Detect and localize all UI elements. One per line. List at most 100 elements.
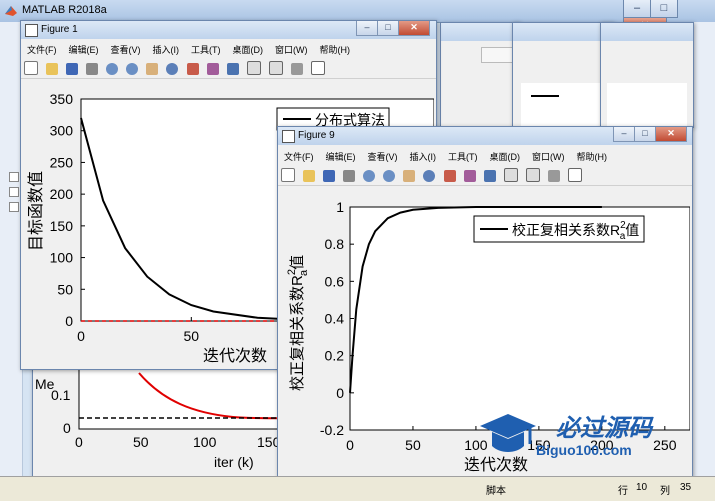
main-window-controls: ‒□✕ — [623, 0, 715, 36]
menu-desktop[interactable]: 桌面(D) — [484, 148, 527, 163]
figure-title-bar: Figure 1 ‒ □ ✕ — [21, 21, 436, 39]
figure-1-ytick: 350 — [50, 91, 74, 107]
menu-edit[interactable]: 编辑(E) — [63, 41, 105, 56]
menu-insert[interactable]: 插入(I) — [404, 148, 443, 163]
figure-1-ytick: 50 — [57, 281, 73, 297]
figure-icon — [25, 24, 38, 37]
menu-window[interactable]: 窗口(W) — [269, 41, 314, 56]
figure-title-bar — [601, 23, 693, 41]
lower-xtick: 0 — [75, 434, 83, 450]
figure-9-legend: 校正复相关系数R2 a值 — [473, 215, 645, 243]
figure-window-back[interactable] — [512, 22, 614, 128]
figure-icon — [282, 130, 295, 143]
close-button[interactable]: ✕ — [398, 21, 430, 36]
figure-window-back[interactable] — [600, 22, 694, 128]
watermark: 必过源码 Biguo100.com — [478, 404, 698, 466]
figure-1-ytick: 300 — [50, 123, 74, 139]
figure-9-ytick: 0.8 — [325, 236, 345, 252]
main-window-title: MATLAB R2018a — [22, 4, 107, 16]
hide-plot-tools-icon[interactable] — [290, 63, 303, 75]
new-figure-icon[interactable] — [24, 61, 38, 75]
lower-xtick: 50 — [133, 434, 149, 450]
menu-insert[interactable]: 插入(I) — [147, 41, 186, 56]
save-icon[interactable] — [323, 170, 336, 182]
show-plot-tools-icon[interactable] — [567, 168, 582, 182]
menu-help[interactable]: 帮助(H) — [571, 148, 614, 163]
save-icon[interactable] — [66, 63, 79, 75]
ylabel-suffix: 值 — [289, 255, 306, 270]
tree-expand-icon[interactable] — [9, 202, 19, 212]
menu-view[interactable]: 查看(V) — [105, 41, 147, 56]
rotate-icon[interactable] — [423, 170, 436, 182]
figure-9-ytick: -0.2 — [320, 422, 344, 438]
figure-1-xtick: 50 — [184, 328, 200, 344]
graduation-cap-logo-icon — [480, 414, 536, 452]
hide-plot-tools-icon[interactable] — [547, 170, 560, 182]
maximize-button[interactable]: □ — [377, 21, 399, 36]
status-row-label: 行 — [618, 486, 628, 497]
new-figure-icon[interactable] — [281, 168, 295, 182]
lower-ytick: 0.1 — [51, 387, 71, 403]
figure-title: Figure 9 — [298, 130, 335, 141]
link-icon[interactable] — [483, 170, 496, 182]
figure-title: Figure 1 — [41, 24, 78, 35]
figure-window-lower[interactable]: Me 0.1 0 0 50 100 150 iter (k) — [32, 360, 296, 478]
menu-desktop[interactable]: 桌面(D) — [227, 41, 270, 56]
figure-9-ytick: 0.6 — [325, 273, 345, 289]
open-file-icon[interactable] — [46, 63, 59, 75]
menu-file[interactable]: 文件(F) — [21, 41, 63, 56]
watermark-brand: 必过源码 — [556, 415, 652, 442]
figure-title-bar: Figure 9 ‒ □ ✕ — [278, 127, 692, 145]
tree-expand-icon[interactable] — [9, 187, 19, 197]
brush-icon[interactable] — [206, 63, 219, 75]
print-icon[interactable] — [86, 63, 99, 75]
legend-icon[interactable] — [525, 168, 540, 182]
figure-button[interactable] — [481, 47, 513, 63]
watermark-url: Biguo100.com — [536, 442, 632, 458]
maximize-button[interactable]: □ — [634, 127, 656, 142]
data-cursor-icon[interactable] — [443, 170, 456, 182]
colorbar-icon[interactable] — [503, 168, 518, 182]
pan-icon[interactable] — [403, 170, 416, 182]
menu-view[interactable]: 查看(V) — [362, 148, 404, 163]
zoom-out-icon[interactable] — [383, 170, 396, 182]
figure-window-back[interactable] — [440, 22, 520, 128]
brush-icon[interactable] — [463, 170, 476, 182]
pan-icon[interactable] — [146, 63, 159, 75]
close-button[interactable]: ✕ — [655, 127, 687, 142]
menu-edit[interactable]: 编辑(E) — [320, 148, 362, 163]
figure-menubar: 文件(F) 编辑(E) 查看(V) 插入(I) 工具(T) 桌面(D) 窗口(W) 帮助(H) — [278, 148, 692, 164]
minimize-button[interactable]: ‒ — [623, 0, 651, 18]
zoom-in-icon[interactable] — [106, 63, 119, 75]
menu-tools[interactable]: 工具(T) — [185, 41, 227, 56]
figure-9-ytick: 0.2 — [325, 348, 345, 364]
colorbar-icon[interactable] — [246, 61, 261, 75]
minimize-button[interactable]: ‒ — [613, 127, 635, 142]
menu-tools[interactable]: 工具(T) — [442, 148, 484, 163]
show-plot-tools-icon[interactable] — [310, 61, 325, 75]
lower-xlabel: iter (k) — [214, 454, 254, 470]
open-file-icon[interactable] — [303, 170, 316, 182]
maximize-button[interactable]: □ — [650, 0, 678, 18]
figure-1-xlabel: 迭代次数 — [203, 347, 267, 365]
rotate-icon[interactable] — [166, 63, 179, 75]
figure-1-ytick: 0 — [65, 313, 73, 329]
minimize-button[interactable]: ‒ — [356, 21, 378, 36]
data-cursor-icon[interactable] — [186, 63, 199, 75]
zoom-out-icon[interactable] — [126, 63, 139, 75]
figure-1-xtick: 0 — [77, 328, 85, 344]
status-bar: 脚本 行 10 列 35 — [0, 476, 715, 501]
lower-xtick: 100 — [193, 434, 217, 450]
menu-help[interactable]: 帮助(H) — [314, 41, 357, 56]
menu-file[interactable]: 文件(F) — [278, 148, 320, 163]
ylabel-text: 校正复相关系数 — [288, 286, 306, 391]
legend-text: 校正复相关系数 — [512, 222, 610, 238]
lower-plot-svg: Me 0.1 0 0 50 100 150 iter (k) — [35, 361, 294, 470]
tree-expand-icon[interactable] — [9, 172, 19, 182]
legend-icon[interactable] — [268, 61, 283, 75]
print-icon[interactable] — [343, 170, 356, 182]
zoom-in-icon[interactable] — [363, 170, 376, 182]
status-row-value: 10 — [636, 482, 648, 493]
menu-window[interactable]: 窗口(W) — [526, 148, 571, 163]
link-icon[interactable] — [226, 63, 239, 75]
